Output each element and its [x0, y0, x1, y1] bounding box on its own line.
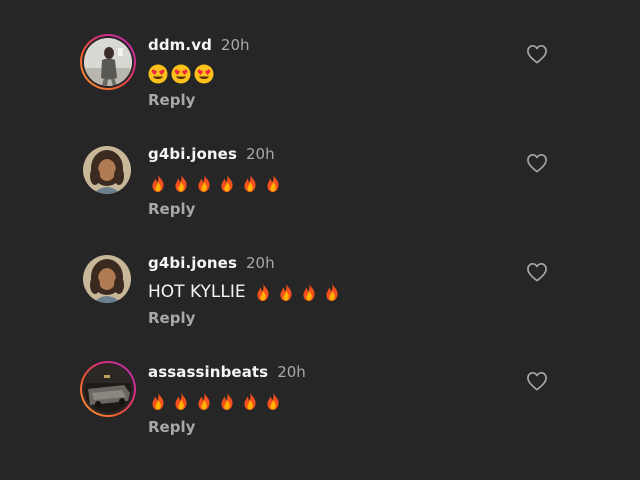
avatar[interactable] [80, 361, 136, 417]
comment-item: assassinbeats 20h Reply [0, 361, 640, 461]
fire-emoji [244, 392, 256, 410]
fire-emoji [303, 283, 315, 301]
comment-timestamp: 20h [245, 254, 275, 272]
comment-text: HOT KYLLIE [148, 282, 246, 302]
fire-emoji [244, 174, 256, 192]
fire-emoji [280, 283, 292, 301]
fire-emoji [198, 174, 210, 192]
comment-timestamp: 20h [220, 36, 250, 54]
heart-outline-icon[interactable] [526, 153, 548, 173]
comment-body [148, 169, 283, 197]
avatar-photo [84, 365, 132, 413]
heart-outline-icon[interactable] [526, 44, 548, 64]
emoji-row [253, 282, 342, 302]
fire-emoji [152, 392, 164, 410]
avatar[interactable] [80, 143, 136, 199]
fire-emoji [152, 174, 164, 192]
comment-item: g4bi.jones 20h HOT KYLLIE Reply [0, 252, 640, 352]
reply-button[interactable]: Reply [148, 91, 195, 109]
emoji-row [148, 391, 283, 411]
comment-timestamp: 20h [245, 145, 275, 163]
heart-eyes-emoji [148, 64, 168, 84]
avatar-photo [84, 38, 132, 86]
fire-emoji [198, 392, 210, 410]
comment-item: ddm.vd 20h Reply [0, 34, 640, 134]
reply-button[interactable]: Reply [148, 309, 195, 327]
fire-emoji [267, 392, 279, 410]
heart-outline-icon[interactable] [526, 371, 548, 391]
fire-emoji [175, 174, 187, 192]
comment-username[interactable]: g4bi.jones [148, 254, 237, 272]
fire-emoji [267, 174, 279, 192]
comment-username[interactable]: assassinbeats [148, 363, 268, 381]
fire-emoji [221, 174, 233, 192]
avatar[interactable] [80, 34, 136, 90]
comment-username[interactable]: ddm.vd [148, 36, 212, 54]
comment-body: HOT KYLLIE [148, 278, 342, 306]
fire-emoji [221, 392, 233, 410]
avatar-photo [83, 146, 131, 194]
comments-list: ddm.vd 20h Reply g4bi.jones 20h Reply g4… [0, 0, 640, 480]
avatar[interactable] [80, 252, 136, 308]
comment-timestamp: 20h [277, 363, 306, 381]
fire-emoji [175, 392, 187, 410]
reply-button[interactable]: Reply [148, 200, 195, 218]
emoji-row [148, 173, 283, 193]
fire-emoji [326, 283, 338, 301]
avatar-photo [83, 255, 131, 303]
heart-eyes-emoji [194, 64, 214, 84]
fire-emoji [257, 283, 269, 301]
heart-outline-icon[interactable] [526, 262, 548, 282]
comment-body [148, 387, 283, 415]
emoji-row [148, 64, 214, 84]
comment-body [148, 60, 214, 88]
heart-eyes-emoji [171, 64, 191, 84]
reply-button[interactable]: Reply [148, 418, 195, 436]
comment-username[interactable]: g4bi.jones [148, 145, 237, 163]
comment-item: g4bi.jones 20h Reply [0, 143, 640, 243]
